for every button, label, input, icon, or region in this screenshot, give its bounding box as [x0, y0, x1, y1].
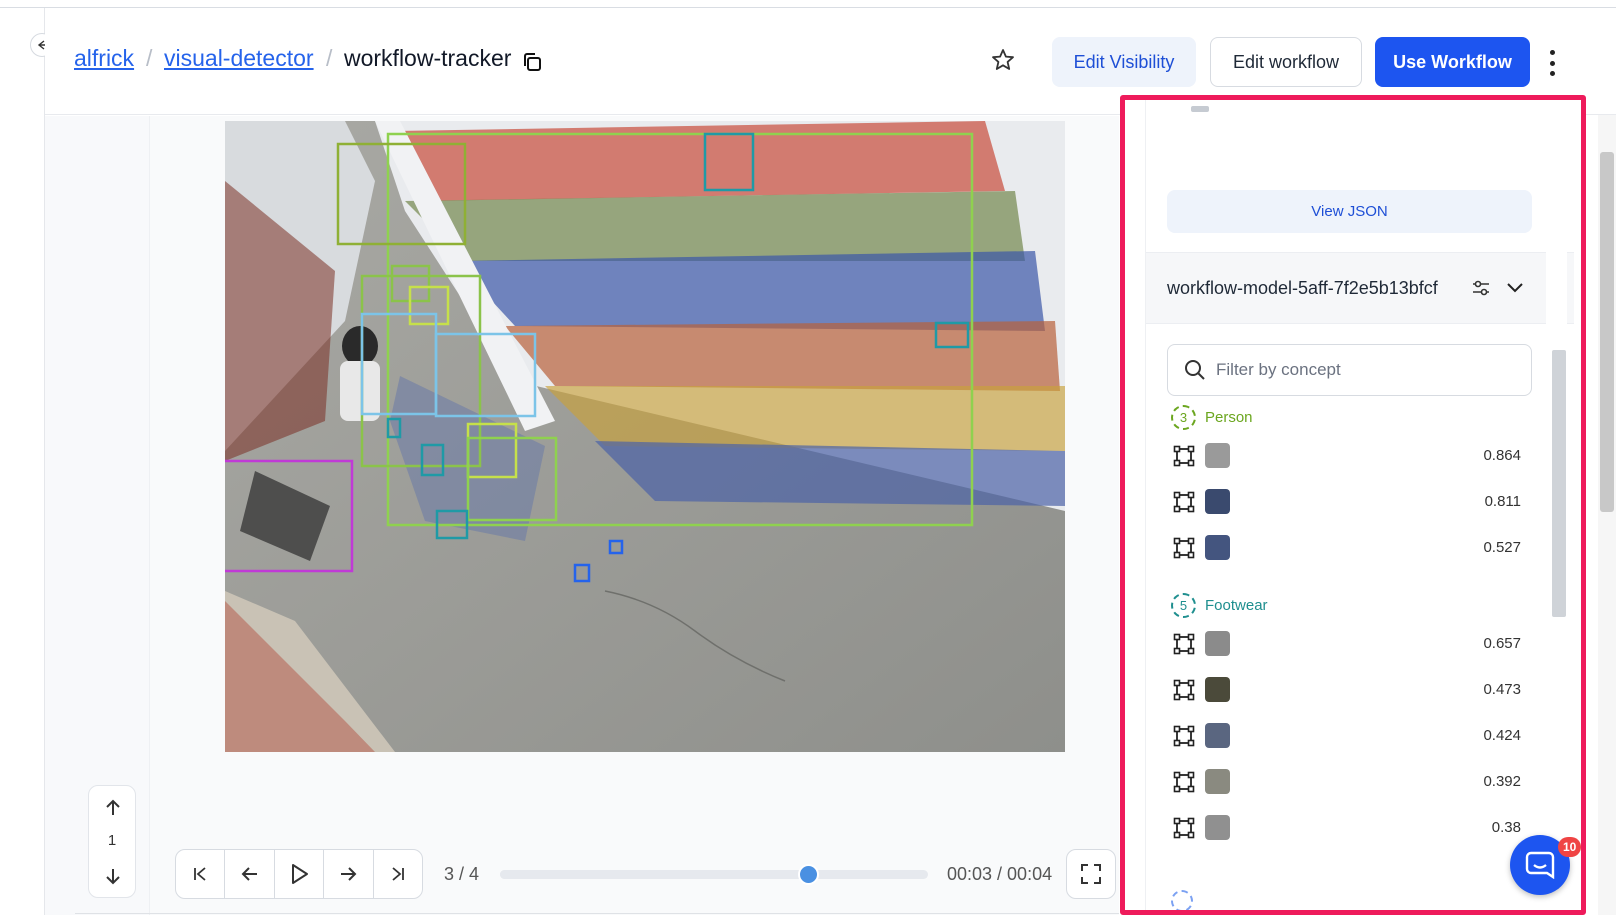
confidence-score: 0.811 [1484, 493, 1521, 510]
page-navigator: 1 [88, 785, 136, 898]
breadcrumb-owner-link[interactable]: alfrick [74, 45, 134, 72]
video-frame [225, 121, 1065, 752]
prediction-row[interactable]: 0.424 [1171, 721, 1521, 753]
predictions-panel: View JSON workflow-model-5aff-7f2e5b13bf… [1120, 95, 1586, 915]
skip-last-icon [392, 867, 404, 881]
timeline-handle[interactable] [798, 864, 820, 885]
prediction-row[interactable]: 0.38 [1171, 813, 1521, 845]
arrow-down-icon[interactable] [103, 866, 123, 886]
concept-group-header[interactable]: 3 Person [1171, 405, 1253, 430]
arrow-up-icon[interactable] [103, 798, 123, 818]
edit-workflow-button[interactable]: Edit workflow [1210, 37, 1362, 87]
concept-label: Person [1205, 409, 1253, 426]
confidence-score: 0.527 [1483, 539, 1521, 556]
crop-thumbnail [1205, 723, 1230, 748]
view-json-button[interactable]: View JSON [1167, 190, 1532, 233]
breadcrumb-separator: / [146, 45, 153, 71]
confidence-score: 0.657 [1483, 635, 1521, 652]
notification-badge: 10 [1558, 837, 1582, 857]
breadcrumb-app-link[interactable]: visual-detector [164, 45, 314, 72]
crop-thumbnail [1205, 631, 1230, 656]
divider [75, 913, 1119, 914]
concept-count-badge: 5 [1171, 593, 1196, 618]
play-icon [292, 864, 309, 884]
page-number: 1 [107, 832, 117, 849]
use-workflow-button[interactable]: Use Workflow [1375, 37, 1530, 87]
crop-thumbnail [1205, 443, 1230, 468]
prediction-row[interactable]: 0.864 [1171, 441, 1521, 473]
confidence-score: 0.38 [1491, 819, 1521, 836]
bounding-box-icon [1173, 633, 1195, 655]
edit-visibility-button[interactable]: Edit Visibility [1052, 37, 1196, 87]
arrow-right-icon [341, 867, 357, 881]
breadcrumb-separator: / [326, 45, 333, 71]
top-border [0, 0, 1616, 8]
crop-thumbnail [1205, 769, 1230, 794]
copy-icon[interactable] [521, 51, 543, 73]
panel-scroll-thumb[interactable] [1552, 350, 1566, 617]
chevron-down-icon[interactable] [1504, 276, 1526, 298]
bounding-box-icon [1173, 725, 1195, 747]
thumbnail-fragment [1191, 106, 1209, 112]
bounding-box-icon [1173, 679, 1195, 701]
prediction-row[interactable]: 0.811 [1171, 487, 1521, 519]
skip-first-icon [194, 867, 206, 881]
bounding-box-icon [1173, 537, 1195, 559]
last-frame-button[interactable] [374, 850, 422, 898]
previous-frame-button[interactable] [225, 850, 275, 898]
timeline-progress [500, 870, 809, 879]
first-frame-button[interactable] [176, 850, 226, 898]
fullscreen-icon [1081, 864, 1101, 884]
video-canvas [225, 121, 1065, 752]
prediction-row[interactable]: 0.527 [1171, 533, 1521, 565]
prediction-row[interactable]: 0.657 [1171, 629, 1521, 661]
prediction-row[interactable]: 0.473 [1171, 675, 1521, 707]
fullscreen-button[interactable] [1066, 849, 1116, 899]
bounding-box-icon [1173, 445, 1195, 467]
confidence-score: 0.392 [1483, 773, 1521, 790]
arrow-left-icon [241, 867, 257, 881]
concept-label: Footwear [1205, 597, 1268, 614]
star-icon[interactable] [990, 47, 1016, 73]
crop-thumbnail [1205, 535, 1230, 560]
chat-icon [1525, 851, 1555, 879]
concept-count-badge: 3 [1171, 405, 1196, 430]
next-group-badge [1171, 890, 1193, 910]
bounding-box-icon [1173, 771, 1195, 793]
model-header[interactable]: workflow-model-5aff-7f2e5b13bfcf [1146, 252, 1574, 324]
sliders-icon[interactable] [1471, 278, 1491, 298]
filter-concept-field[interactable] [1167, 344, 1532, 396]
bounding-box-icon [1173, 817, 1195, 839]
predictions-panel-content: View JSON workflow-model-5aff-7f2e5b13bf… [1145, 100, 1574, 910]
confidence-score: 0.473 [1483, 681, 1521, 698]
concept-group-header[interactable]: 5 Footwear [1171, 593, 1268, 618]
kebab-menu-icon[interactable] [1544, 50, 1560, 76]
confidence-score: 0.864 [1483, 447, 1521, 464]
play-button[interactable] [275, 850, 325, 898]
bounding-box-icon [1173, 491, 1195, 513]
timeline-slider[interactable] [500, 864, 928, 885]
time-display: 00:03 / 00:04 [947, 864, 1053, 884]
crop-thumbnail [1205, 815, 1230, 840]
page-title: workflow-tracker [344, 45, 512, 71]
filter-concept-input[interactable] [1216, 357, 1516, 383]
playback-controls [175, 849, 423, 899]
model-name: workflow-model-5aff-7f2e5b13bfcf [1167, 278, 1438, 298]
search-icon [1185, 360, 1205, 380]
page-scroll-thumb[interactable] [1600, 152, 1614, 512]
frame-counter: 3 / 4 [444, 864, 480, 884]
left-rail [0, 8, 45, 915]
crop-thumbnail [1205, 489, 1230, 514]
next-frame-button[interactable] [324, 850, 374, 898]
confidence-score: 0.424 [1483, 727, 1521, 744]
crop-thumbnail [1205, 677, 1230, 702]
prediction-row[interactable]: 0.392 [1171, 767, 1521, 799]
